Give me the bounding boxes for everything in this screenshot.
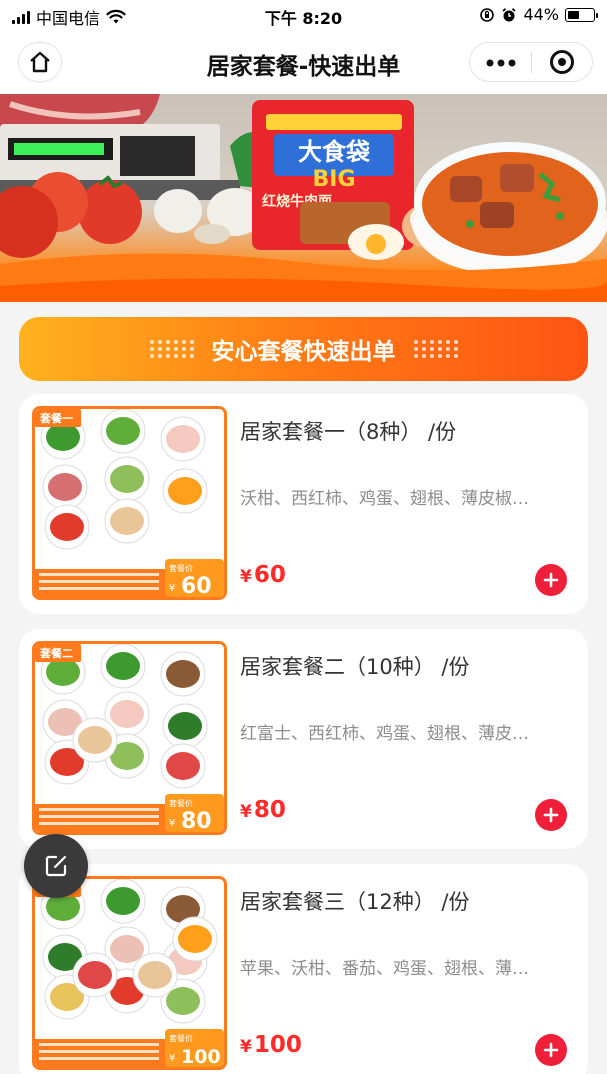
food-item-image <box>106 652 140 680</box>
thumb-fine-print <box>39 808 159 811</box>
product-thumbnail[interactable]: 套餐三套餐价¥100 <box>32 876 227 1070</box>
product-name[interactable]: 居家套餐一（8种） /份 <box>240 416 456 446</box>
battery-icon <box>565 7 598 22</box>
orientation-lock-icon <box>480 7 495 22</box>
package-tag: 套餐二 <box>40 646 73 660</box>
slogan-banner: 安心套餐快速出单 <box>19 317 588 381</box>
food-item-image <box>166 987 200 1015</box>
food-item-image <box>48 473 82 501</box>
close-miniprogram-button[interactable] <box>532 50 592 74</box>
product-price: ¥60 <box>240 562 286 588</box>
thumb-price-symbol: ¥ <box>169 583 175 594</box>
food-item-image <box>50 513 84 541</box>
food-item-image <box>168 712 202 740</box>
product-name[interactable]: 居家套餐二（10种） /份 <box>240 651 469 681</box>
decorative-dots-left <box>149 340 194 358</box>
food-item-image <box>110 935 144 963</box>
garlic-image <box>154 189 202 233</box>
miniprogram-capsule <box>469 42 593 82</box>
product-card-3[interactable]: 套餐三套餐价¥100 居家套餐三（12种） /份 苹果、沃柑、番茄、鸡蛋、翅根、… <box>19 864 588 1074</box>
food-item-image <box>138 961 172 989</box>
nav-bar: 居家套餐-快速出单 <box>0 30 607 94</box>
promo-banner[interactable]: 大食袋 BIG 红烧牛肉面 <box>0 94 607 302</box>
status-bar: 中国电信 下午 8:20 44% <box>0 0 607 30</box>
food-item-image <box>168 477 202 505</box>
plus-icon <box>543 807 559 823</box>
food-item-image <box>178 925 212 953</box>
slogan-text: 安心套餐快速出单 <box>211 339 396 365</box>
edit-icon <box>45 855 67 877</box>
thumb-price-label: 套餐价 <box>169 1033 193 1043</box>
tomato-image <box>78 180 142 244</box>
more-dots-icon <box>486 59 515 67</box>
thumb-price-value: 100 <box>181 1046 221 1067</box>
product-name[interactable]: 居家套餐三（12种） /份 <box>240 886 469 916</box>
food-item-image <box>166 752 200 780</box>
plus-icon <box>543 572 559 588</box>
product-price: ¥80 <box>240 797 286 823</box>
food-item-image <box>110 465 144 493</box>
currency-symbol: ¥ <box>240 1037 252 1057</box>
food-item-image <box>110 700 144 728</box>
thumb-fine-print <box>39 580 159 583</box>
battery-percent: 44% <box>523 5 559 24</box>
food-item-image <box>78 961 112 989</box>
decorative-dots-right <box>413 340 458 358</box>
thumb-price-symbol: ¥ <box>169 1053 175 1064</box>
price-value: 60 <box>253 562 286 588</box>
food-item-image <box>166 425 200 453</box>
thumb-fine-print <box>39 815 159 818</box>
food-item-image <box>46 658 80 686</box>
thumb-price-value: 60 <box>181 574 212 597</box>
banner-illustration: 大食袋 BIG 红烧牛肉面 <box>0 94 607 302</box>
currency-symbol: ¥ <box>240 802 252 822</box>
thumb-fine-print <box>39 822 159 825</box>
close-miniprogram-icon <box>549 50 574 74</box>
product-card-1[interactable]: 套餐一套餐价 ¥60 居家套餐一（8种） /份 沃柑、西红柿、鸡蛋、翅根、薄皮椒…… <box>19 394 588 614</box>
price-value: 80 <box>253 797 286 823</box>
banner-big-text: BIG <box>312 167 355 192</box>
thumb-fine-print <box>39 587 159 590</box>
price-value: 100 <box>253 1032 302 1058</box>
food-item-image <box>106 417 140 445</box>
product-card-2[interactable]: 套餐二套餐价 ¥80 居家套餐二（10种） /份 红富士、西红柿、鸡蛋、翅根、薄皮… <box>19 629 588 849</box>
food-item-image <box>46 423 80 451</box>
food-item-image <box>106 887 140 915</box>
food-item-image <box>78 726 112 754</box>
product-price: ¥100 <box>240 1032 302 1058</box>
floating-edit-button[interactable] <box>24 834 88 898</box>
thumb-fine-print <box>39 1050 159 1053</box>
thumb-fine-print <box>39 1043 159 1046</box>
status-right: 44% <box>479 5 598 24</box>
thumb-fine-print <box>39 1057 159 1060</box>
add-to-cart-button[interactable] <box>535 799 567 831</box>
alarm-icon <box>502 7 517 21</box>
thumb-price-symbol: ¥ <box>169 818 175 829</box>
package-tag: 套餐一 <box>40 411 73 425</box>
product-description: 苹果、沃柑、番茄、鸡蛋、翅根、薄… <box>240 959 529 979</box>
plus-icon <box>543 1042 559 1058</box>
add-to-cart-button[interactable] <box>535 1034 567 1066</box>
currency-symbol: ¥ <box>240 567 252 587</box>
add-to-cart-button[interactable] <box>535 564 567 596</box>
thumb-price-label: 套餐价 <box>169 798 193 808</box>
food-item-image <box>166 660 200 688</box>
thumb-price-value: 80 <box>181 809 212 832</box>
product-thumbnail[interactable]: 套餐二套餐价 ¥80 <box>32 641 227 835</box>
product-thumbnail[interactable]: 套餐一套餐价 ¥60 <box>32 406 227 600</box>
product-description: 红富士、西红柿、鸡蛋、翅根、薄皮… <box>240 724 529 744</box>
banner-bag-text: 大食袋 <box>298 138 371 166</box>
thumb-price-label: 套餐价 <box>169 563 193 573</box>
thumb-fine-print <box>39 573 159 576</box>
food-item-image <box>110 507 144 535</box>
product-description: 沃柑、西红柿、鸡蛋、翅根、薄皮椒… <box>240 489 529 509</box>
more-button[interactable] <box>470 42 531 82</box>
noodle-bowl-image <box>410 142 607 274</box>
